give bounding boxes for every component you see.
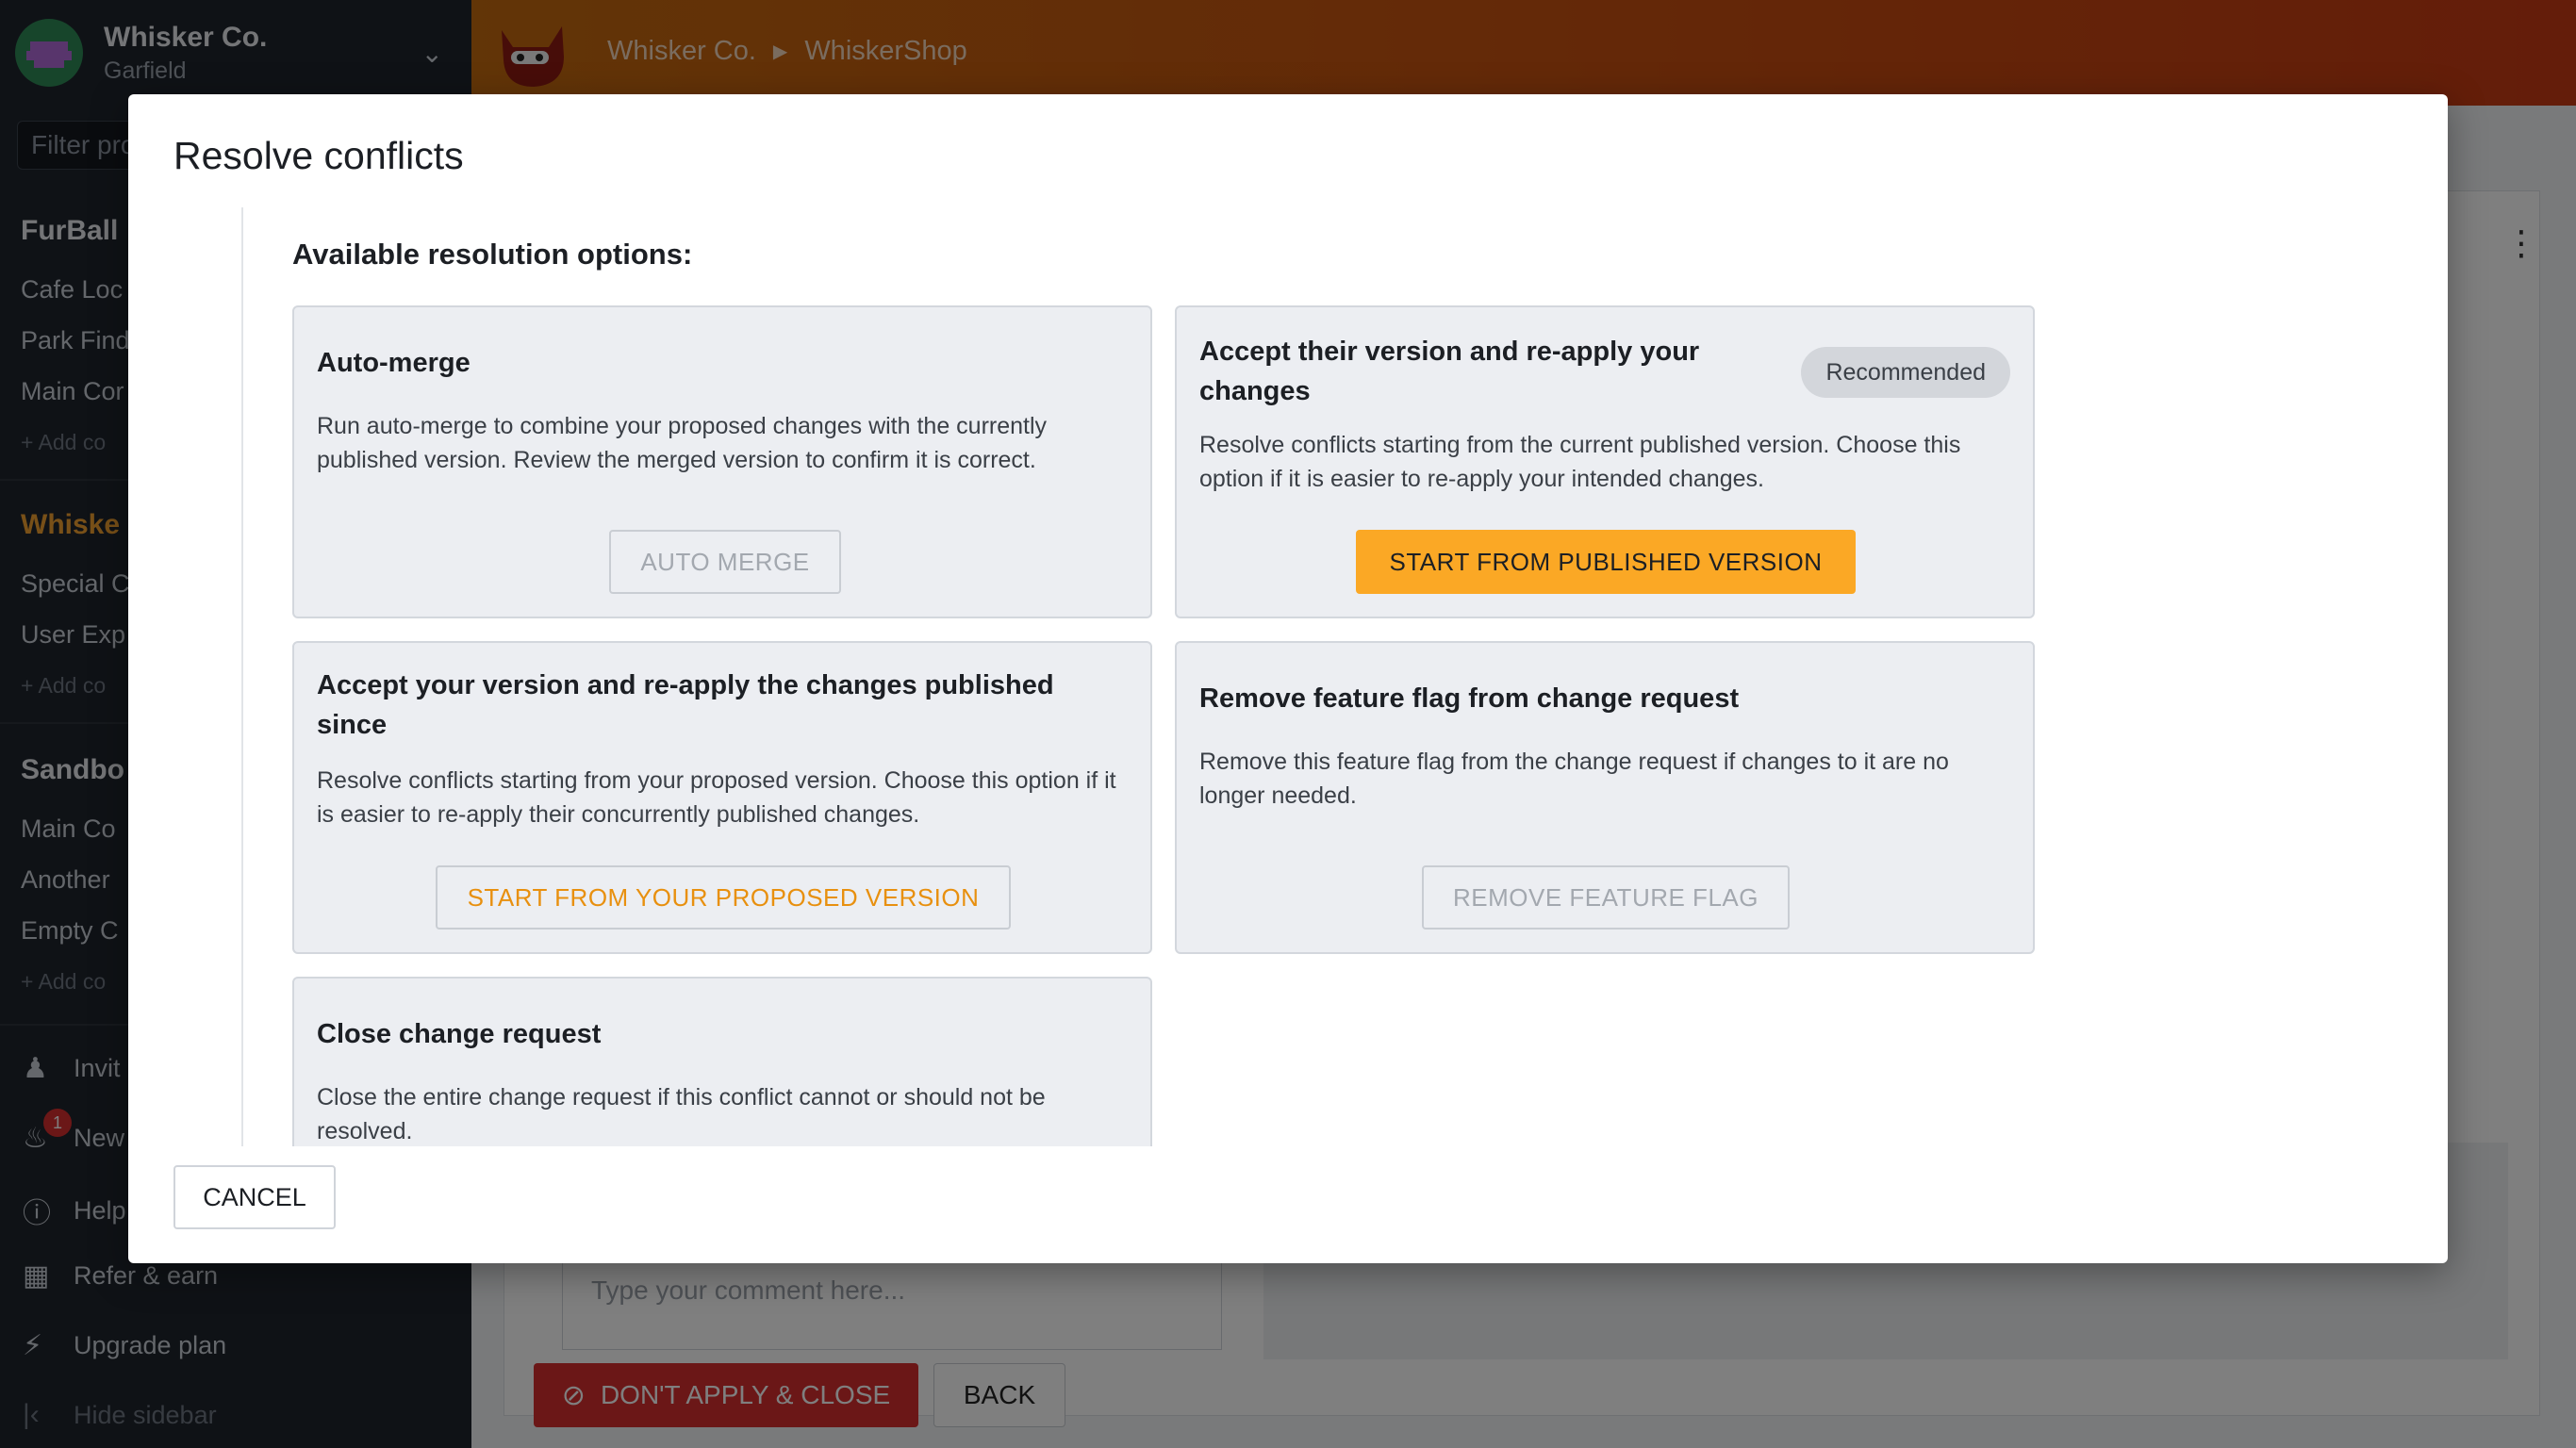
option-title: Accept their version and re-apply your c…: [1199, 337, 1700, 406]
option-description: Close the entire change request if this …: [317, 1084, 1046, 1144]
option-card-auto-merge: Auto-merge Run auto-merge to combine you…: [292, 305, 1152, 618]
recommended-badge: Recommended: [1801, 347, 2010, 398]
auto-merge-button[interactable]: AUTO MERGE: [609, 530, 841, 594]
option-title: Accept your version and re-apply the cha…: [317, 670, 1054, 740]
option-description: Resolve conflicts starting from the curr…: [1199, 432, 1961, 492]
option-title: Close change request: [317, 1019, 602, 1049]
options-heading: Available resolution options:: [292, 238, 693, 271]
option-description: Run auto-merge to combine your proposed …: [317, 413, 1048, 473]
dialog-footer: CANCEL: [173, 1165, 336, 1229]
option-description: Resolve conflicts starting from your pro…: [317, 767, 1116, 828]
remove-feature-flag-button[interactable]: REMOVE FEATURE FLAG: [1422, 865, 1790, 930]
start-from-proposed-button[interactable]: START FROM YOUR PROPOSED VERSION: [436, 865, 1011, 930]
start-from-published-button[interactable]: START FROM PUBLISHED VERSION: [1356, 530, 1856, 594]
option-card-accept-theirs: Accept their version and re-apply your c…: [1175, 305, 2035, 618]
option-title: Remove feature flag from change request: [1199, 683, 1740, 714]
dialog-body: Available resolution options: Auto-merge…: [241, 207, 2221, 1146]
option-card-accept-yours: Accept your version and re-apply the cha…: [292, 641, 1152, 954]
option-card-close-request: Close change request Close the entire ch…: [292, 977, 1152, 1146]
dialog-title: Resolve conflicts: [173, 134, 464, 177]
option-description: Remove this feature flag from the change…: [1199, 749, 1949, 809]
cancel-button[interactable]: CANCEL: [173, 1165, 336, 1229]
option-card-remove-flag: Remove feature flag from change request …: [1175, 641, 2035, 954]
option-title: Auto-merge: [317, 348, 471, 378]
resolve-conflicts-dialog: Resolve conflicts Available resolution o…: [128, 94, 2448, 1263]
